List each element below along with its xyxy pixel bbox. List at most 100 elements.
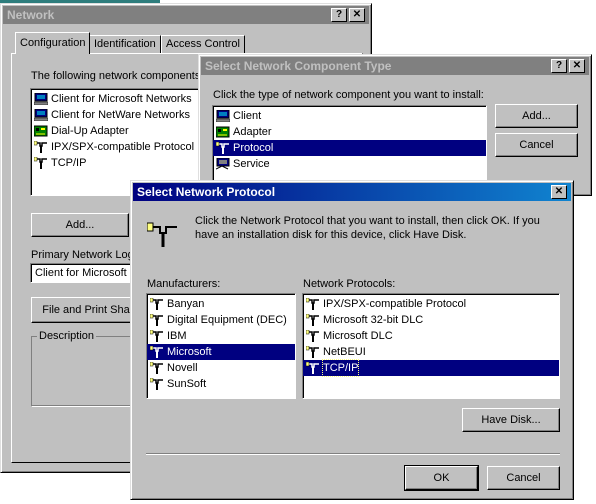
list-item-label: TCP/IP xyxy=(321,359,360,377)
add-component-button-label: Add... xyxy=(65,219,95,231)
component-type-title: Select Network Component Type xyxy=(205,59,392,73)
list-item-label: Banyan xyxy=(167,298,205,310)
ok-button-label: OK xyxy=(433,472,450,484)
help-button[interactable]: ? xyxy=(331,8,347,22)
list-item[interactable]: Microsoft DLC xyxy=(303,328,559,344)
protocol-title-bar: Select Network Protocol xyxy=(133,183,571,201)
list-item-label: Novell xyxy=(167,362,198,374)
list-item-service[interactable]: Service xyxy=(213,156,486,172)
component-type-cancel-button[interactable]: Cancel xyxy=(495,133,578,157)
component-type-cancel-label: Cancel xyxy=(519,139,554,151)
component-type-add-label: Add... xyxy=(522,110,551,122)
list-item-label: Client for Microsoft Networks xyxy=(51,93,192,105)
list-item-label: Digital Equipment (DEC) xyxy=(167,314,287,326)
protocol-icon xyxy=(305,329,320,342)
list-item-label: SunSoft xyxy=(167,378,207,390)
list-item-label: Dial-Up Adapter xyxy=(51,125,129,137)
list-item-client[interactable]: Client xyxy=(213,108,486,124)
tab-identification[interactable]: Identification xyxy=(89,35,161,53)
close-button[interactable]: ✕ xyxy=(551,185,567,199)
list-item-label: Adapter xyxy=(233,126,272,138)
close-button[interactable]: ✕ xyxy=(349,8,365,22)
list-item-label: Client xyxy=(233,110,262,122)
ok-button[interactable]: OK xyxy=(404,465,479,491)
adapter-icon xyxy=(33,125,48,137)
list-item-label: Microsoft xyxy=(167,346,212,358)
list-item-label: IPX/SPX-compatible Protocol xyxy=(323,298,467,310)
separator xyxy=(146,453,560,455)
protocol-icon xyxy=(215,141,230,154)
list-item[interactable]: SunSoft xyxy=(147,376,295,392)
protocol-title: Select Network Protocol xyxy=(137,185,276,199)
protocols-label: Network Protocols: xyxy=(303,278,396,290)
list-item-selected[interactable]: Microsoft xyxy=(147,344,295,360)
protocol-icon xyxy=(305,361,320,374)
protocol-icon xyxy=(149,313,164,326)
list-item[interactable]: NetBEUI xyxy=(303,344,559,360)
service-icon xyxy=(215,157,230,170)
protocol-icon xyxy=(149,345,164,358)
protocol-large-icon xyxy=(146,221,179,247)
component-type-instruction: Click the type of network component you … xyxy=(213,89,484,101)
have-disk-label: Have Disk... xyxy=(481,414,541,426)
network-client-icon xyxy=(33,92,49,106)
list-item-label: NetBEUI xyxy=(323,346,366,358)
have-disk-button[interactable]: Have Disk... xyxy=(462,408,560,432)
network-client-icon xyxy=(33,108,49,122)
tab-configuration[interactable]: Configuration xyxy=(15,32,91,54)
add-component-button[interactable]: Add... xyxy=(31,213,129,237)
list-item[interactable]: IBM xyxy=(147,328,295,344)
network-title: Network xyxy=(7,8,55,22)
list-item-label: Client for NetWare Networks xyxy=(51,109,190,121)
protocol-icon xyxy=(33,156,48,169)
protocols-list[interactable]: IPX/SPX-compatible Protocol Microsoft 32… xyxy=(302,293,560,399)
cancel-button-label: Cancel xyxy=(506,472,541,484)
primary-logon-label: Primary Network Logo xyxy=(31,249,140,261)
list-item-adapter[interactable]: Adapter xyxy=(213,124,486,140)
protocol-dialog: Select Network Protocol ✕ Click the Netw… xyxy=(130,180,574,500)
manufacturers-list[interactable]: Banyan Digital Equipment (DEC) IBM Micro… xyxy=(146,293,296,399)
protocol-icon xyxy=(149,361,164,374)
protocol-icon xyxy=(149,297,164,310)
list-item-label: TCP/IP xyxy=(51,157,87,169)
list-item[interactable]: IPX/SPX-compatible Protocol xyxy=(303,296,559,312)
list-item[interactable]: Microsoft 32-bit DLC xyxy=(303,312,559,328)
primary-logon-value: Client for Microsoft N xyxy=(35,267,138,279)
list-item[interactable]: Novell xyxy=(147,360,295,376)
list-item[interactable]: Banyan xyxy=(147,296,295,312)
tab-access-control[interactable]: Access Control xyxy=(161,35,245,53)
protocol-instruction: Click the Network Protocol that you want… xyxy=(195,215,540,241)
primary-logon-select[interactable]: Client for Microsoft N xyxy=(30,263,140,283)
list-item-label: Protocol xyxy=(233,142,274,154)
list-item[interactable]: Digital Equipment (DEC) xyxy=(147,312,295,328)
network-title-bar: Network xyxy=(3,6,369,24)
component-type-list[interactable]: Client Adapter Protocol Service xyxy=(212,105,487,191)
protocol-icon xyxy=(33,140,48,153)
tab-access-control-label: Access Control xyxy=(166,38,240,50)
list-item-label: IPX/SPX-compatible Protocol xyxy=(51,141,195,153)
manufacturers-label: Manufacturers: xyxy=(147,278,221,290)
client-icon xyxy=(215,109,231,123)
protocol-icon xyxy=(305,313,320,326)
list-item-label: Microsoft DLC xyxy=(323,330,393,342)
list-item-label: Microsoft 32-bit DLC xyxy=(323,314,424,326)
component-type-title-bar: Select Network Component Type xyxy=(201,57,589,75)
list-item-label: IBM xyxy=(167,330,187,342)
tab-identification-label: Identification xyxy=(94,38,156,50)
component-type-add-button[interactable]: Add... xyxy=(495,104,578,128)
adapter-icon xyxy=(215,126,230,138)
component-type-dialog: Select Network Component Type ? ✕ Click … xyxy=(198,54,592,196)
list-item-selected[interactable]: TCP/IP xyxy=(303,359,559,377)
description-label: Description xyxy=(37,330,97,342)
protocol-icon xyxy=(149,329,164,342)
help-button[interactable]: ? xyxy=(551,59,567,73)
components-label: The following network components xyxy=(31,70,201,82)
protocol-icon xyxy=(305,297,320,310)
close-button[interactable]: ✕ xyxy=(569,59,585,73)
protocol-icon xyxy=(305,345,320,358)
tab-configuration-label: Configuration xyxy=(20,37,86,49)
list-item-protocol[interactable]: Protocol xyxy=(213,140,486,156)
file-print-sharing-button[interactable]: File and Print Sha xyxy=(31,297,141,323)
protocol-icon xyxy=(149,377,164,390)
cancel-button[interactable]: Cancel xyxy=(487,466,560,490)
